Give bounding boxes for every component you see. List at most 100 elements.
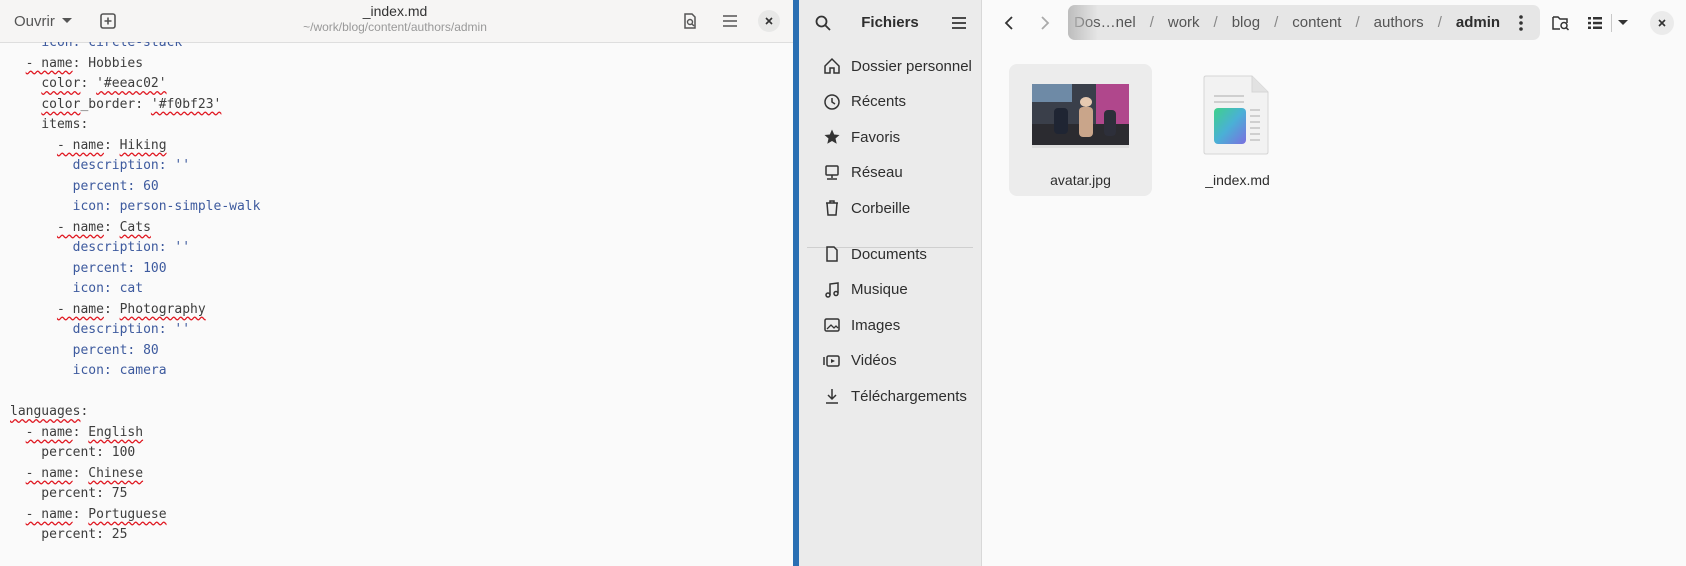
forward-button[interactable] <box>1030 10 1060 36</box>
sidebar-item-dossier-personnel[interactable]: Dossier personnel <box>807 48 973 84</box>
code-token: percent: 75 <box>10 486 128 501</box>
menu-button[interactable] <box>716 8 744 34</box>
misspelled-token: - name <box>25 424 73 440</box>
code-line: percent: 80 <box>10 340 159 362</box>
code-line: languages: <box>10 401 88 423</box>
misspelled-token: Photography <box>119 301 206 317</box>
sidebar-item-label: Récents <box>851 93 907 110</box>
sidebar-item-recents[interactable]: Récents <box>807 84 973 120</box>
code-token: : <box>72 465 89 481</box>
search-folder-button[interactable] <box>1546 10 1576 36</box>
breadcrumb-item[interactable]: authors <box>1368 14 1430 31</box>
open-button-label: Ouvrir <box>14 12 55 30</box>
back-button[interactable] <box>994 10 1024 36</box>
code-token: icon: circle-stack <box>41 42 183 50</box>
code-line: percent: 100 <box>10 442 135 464</box>
code-line: percent: 60 <box>10 176 159 198</box>
hamburger-menu-icon <box>952 17 966 29</box>
code-token: : <box>103 219 120 235</box>
open-button[interactable]: Ouvrir <box>6 8 81 34</box>
sidebar-item-documents[interactable]: Documents <box>807 236 973 272</box>
code-token: percent: 80 <box>72 342 159 358</box>
path-bar: Dos…nel / work / blog / content / authors / admin <box>1068 5 1540 40</box>
code-token: percent: 25 <box>10 527 128 542</box>
sidebar-item-label: Images <box>851 316 901 334</box>
home-icon <box>824 57 840 74</box>
code-token: : <box>103 137 120 153</box>
image-thumbnail <box>1032 84 1129 148</box>
misspelled-token: - name <box>56 219 104 235</box>
sidebar-item-label: Corbeille <box>851 199 911 217</box>
sidebar-item-telechargements[interactable]: Téléchargements <box>807 378 973 414</box>
clock-icon <box>824 93 840 110</box>
code-token: : <box>72 506 89 522</box>
misspelled-token: - name <box>56 301 104 317</box>
hamburger-menu-icon <box>723 15 737 27</box>
new-tab-button[interactable] <box>94 8 122 34</box>
sidebar-item-musique[interactable]: Musique <box>807 272 973 308</box>
close-window-button[interactable] <box>758 10 780 32</box>
view-options-button[interactable] <box>1612 10 1634 36</box>
code-token: : <box>80 404 89 419</box>
code-token: percent: 60 <box>72 178 159 194</box>
code-token: description: '' <box>72 322 191 337</box>
chevron-left-icon <box>1004 16 1013 30</box>
folder-search-icon <box>1552 16 1570 31</box>
code-token: items: <box>10 117 89 132</box>
sidebar-header: Fichiers <box>799 0 981 46</box>
path-menu-button[interactable] <box>1508 9 1534 36</box>
breadcrumb-item[interactable]: content <box>1286 14 1347 31</box>
breadcrumb-item[interactable]: blog <box>1226 14 1266 31</box>
sidebar-item-reseau[interactable]: Réseau <box>807 155 973 191</box>
misspelled-token: - name <box>56 137 104 153</box>
misspelled-token: English <box>88 424 144 440</box>
code-text-area[interactable]: icon: circle-stack - name: Hobbies color… <box>0 42 793 566</box>
code-line: description: '' <box>10 155 190 177</box>
breadcrumb-separator: / <box>1149 14 1154 31</box>
code-line: percent: 100 <box>10 258 167 280</box>
breadcrumb-item[interactable]: work <box>1162 14 1206 31</box>
code-line: - name: English <box>10 422 143 444</box>
breadcrumb-separator: / <box>1355 14 1360 31</box>
network-icon <box>825 164 839 180</box>
close-window-button[interactable] <box>1650 11 1674 35</box>
files-content-pane: Dos…nel / work / blog / content / authors / admin … <box>982 0 1686 566</box>
code-token: _border: <box>80 96 151 112</box>
code-token: description: '' <box>72 240 191 255</box>
sidebar-item-videos[interactable]: Vidéos <box>807 343 973 379</box>
breadcrumb-item[interactable]: admin <box>1450 14 1506 31</box>
editor-headerbar: Ouvrir _index.md ~/work/blog/content/aut… <box>0 0 793 43</box>
code-line: - name: Chinese <box>10 463 143 485</box>
code-line: color: '#eeac02' <box>10 73 166 95</box>
sidebar-item-label: Documents <box>851 245 927 263</box>
misspelled-token: Portuguese <box>88 506 167 522</box>
code-line: - name: Hiking <box>10 135 167 157</box>
sidebar-item-corbeille[interactable]: Corbeille <box>807 190 973 226</box>
sidebar-menu-button[interactable] <box>945 9 973 37</box>
close-icon <box>765 17 773 25</box>
breadcrumb-separator: / <box>1274 14 1279 31</box>
sidebar-item-label: Téléchargements <box>851 387 967 405</box>
code-line: description: '' <box>10 319 190 341</box>
file-item-avatar[interactable]: avatar.jpg <box>1009 64 1152 196</box>
misspelled-token: Cats <box>119 219 151 235</box>
sidebar-item-favoris[interactable]: Favoris <box>807 119 973 155</box>
document-preview-button[interactable] <box>676 8 704 34</box>
code-line: - name: Hobbies <box>10 53 143 75</box>
breadcrumb-separator: / <box>1437 14 1442 31</box>
sidebar-item-images[interactable]: Images <box>807 307 973 343</box>
code-token: icon: camera <box>72 363 167 378</box>
text-file-icon <box>1203 75 1269 155</box>
misspelled-token: Hiking <box>119 137 167 153</box>
view-list-button[interactable] <box>1580 10 1610 36</box>
file-item-index-md[interactable]: _index.md <box>1166 64 1309 196</box>
